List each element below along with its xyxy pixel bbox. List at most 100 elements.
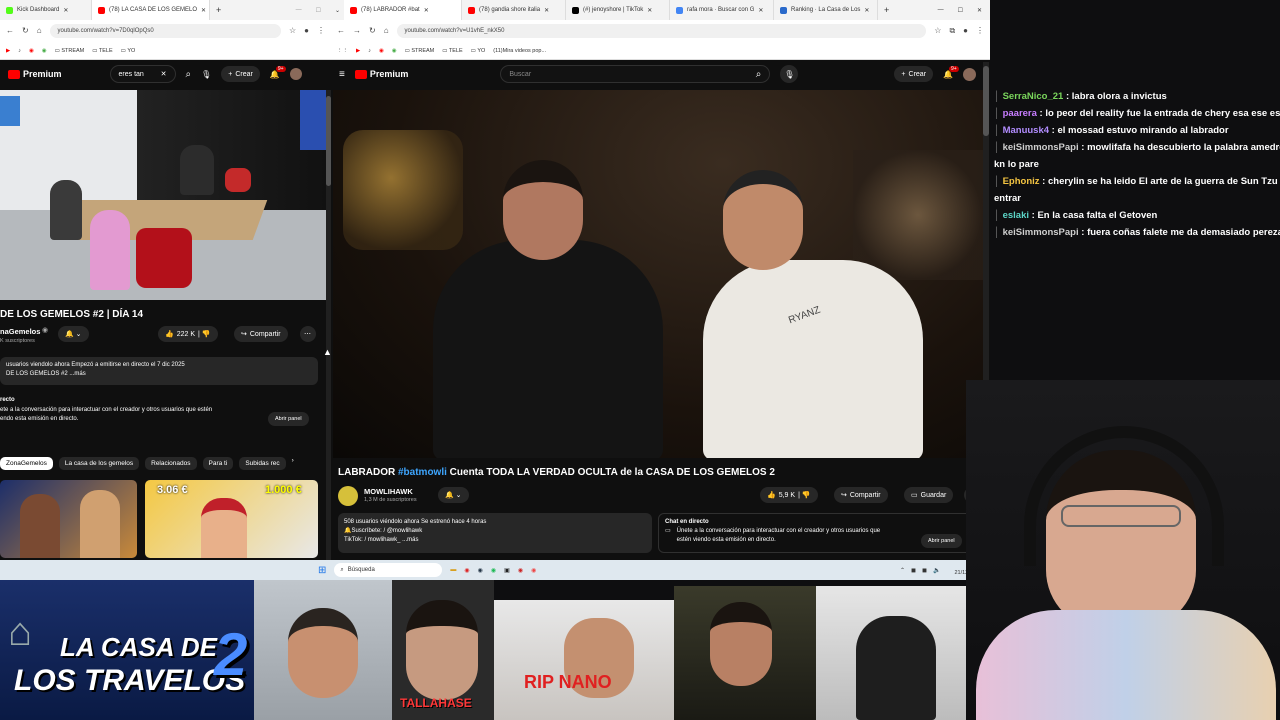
bookmark-icon[interactable]: ◉ [42,48,47,54]
taskbar-search[interactable]: ⌕ Búsqueda [334,563,443,577]
steam-icon[interactable]: ◉ [478,567,483,574]
menu-dots-icon[interactable]: ⋮ [976,27,984,35]
youtube-premium-logo[interactable]: Premium [8,69,62,79]
tray-icons[interactable]: ⌃◼◼🔈 [900,567,946,574]
bookmark-folder-yo[interactable]: ▭ YO [121,48,136,54]
bookmark-folder-tele[interactable]: ▭ TELE [442,48,462,54]
close-icon[interactable]: ✕ [647,7,652,14]
clear-icon[interactable]: ✕ [161,70,167,78]
channel-name[interactable]: MOWLIHAWK [364,487,413,496]
chip-para-ti[interactable]: Para ti [202,457,234,470]
back-icon[interactable]: ← [337,27,345,35]
chat-username[interactable]: paarera [1003,108,1037,119]
bell-icon[interactable]: 🔔 9+ [270,65,286,79]
chip-la-casa[interactable]: La casa de los gemelos [58,457,140,470]
search-icon[interactable]: ⌕ [186,69,192,80]
bookmark-icon[interactable]: ♪ [18,48,21,54]
search-icon[interactable]: ⌕ [756,69,762,80]
search-input[interactable]: Buscar ⌕ [500,65,771,83]
home-icon[interactable]: ⌂ [37,27,42,35]
bookmark-folder-yo[interactable]: ▭ YO [471,48,486,54]
title-hashtag[interactable]: #batmowli [398,467,447,478]
minimize-icon[interactable]: — [938,7,944,13]
mic-icon[interactable]: 🎙 [780,65,799,83]
like-button[interactable]: 👍 222 K | 👎 [158,326,218,342]
create-button[interactable]: + Crear [894,66,934,82]
left-video-player[interactable] [0,90,326,300]
bell-subscription-button[interactable]: 🔔 ⌄ [58,326,89,342]
chip-relacionados[interactable]: Relacionados [145,457,197,470]
mic-icon[interactable]: 🎙 [201,70,211,79]
chat-username[interactable]: keiSimmonsPapi [1003,227,1079,238]
bookmark-icon[interactable]: ◉ [392,48,397,54]
scrollbar-thumb[interactable] [983,66,989,136]
close-icon[interactable]: ✕ [63,7,68,14]
menu-dots-icon[interactable]: ⋮ [317,27,325,35]
more-button[interactable]: ⋯ [300,326,316,342]
spotify-icon[interactable]: ◉ [491,567,496,574]
chip-subidas[interactable]: Subidas rec [239,457,286,470]
close-icon[interactable]: ✕ [864,7,869,14]
recommended-thumbnail[interactable]: 3.06 € 1.000 € [145,480,318,558]
bookmark-icon[interactable]: ▶ [356,48,360,54]
tab-search-icon[interactable]: ⌄ [335,7,340,14]
create-button[interactable]: + Crear [221,66,260,82]
open-panel-button[interactable]: Abrir panel [921,534,962,548]
profile-icon[interactable]: ● [963,27,968,35]
forward-icon[interactable]: → [353,27,361,35]
chat-username[interactable]: Manuusk4 [1003,125,1049,136]
chip-zonagemelos[interactable]: ZonaGemelos [0,457,53,470]
maximize-icon[interactable]: ☐ [316,7,321,14]
home-icon[interactable]: ⌂ [384,27,389,35]
chat-username[interactable]: eslaki [1003,210,1029,221]
maximize-icon[interactable]: ☐ [958,7,963,14]
tab-kick-dashboard[interactable]: Kick Dashboard ✕ [0,0,92,20]
hamburger-menu-icon[interactable]: ≡ [339,69,345,80]
bookmark-icon[interactable]: ◉ [379,48,384,54]
back-icon[interactable]: ← [6,27,14,35]
open-panel-button[interactable]: Abrir panel [268,412,309,426]
close-icon[interactable]: ✕ [758,7,763,14]
url-field[interactable]: youtube.com/watch?v=U1vhE_nkX50 [396,24,927,38]
share-button[interactable]: ↪ Compartir [834,487,888,503]
description-box[interactable]: usuarios viendolo ahora Empezó a emitirs… [0,357,318,385]
tab-youtube-gemelos[interactable]: (78) LA CASA DE LOS GEMELO ✕ [92,0,210,20]
app-icon[interactable]: ▣ [504,567,510,574]
tab-google-search[interactable]: rafa mora · Buscar con G ✕ [670,0,775,20]
tab-tiktok[interactable]: (#) jenoyshore | TikTok ✕ [566,0,671,20]
apps-icon[interactable]: ⋮⋮ [337,48,348,54]
chrome-icon[interactable]: ◉ [531,567,536,574]
bookmark-icon[interactable]: ◉ [29,48,34,54]
bookmark-folder-stream[interactable]: ▭ STREAM [405,48,435,54]
channel-avatar[interactable] [338,486,358,506]
new-tab-icon[interactable]: + [216,5,221,15]
close-icon[interactable]: ✕ [201,7,206,14]
tab-gandia-shore[interactable]: (78) gandia shore italia ✕ [462,0,567,20]
close-icon[interactable]: ✕ [544,7,549,14]
url-field[interactable]: youtube.com/watch?v=7D0qlOpQs0 [49,24,281,38]
recommended-thumbnail[interactable] [0,480,137,558]
save-button[interactable]: ▭ Guardar [904,487,954,503]
tab-ranking[interactable]: Ranking · La Casa de Los ✕ [774,0,879,20]
avatar[interactable] [963,67,976,81]
youtube-premium-logo[interactable]: Premium [354,69,408,79]
bookmark-icon[interactable]: ♪ [368,48,371,54]
bookmark-folder-tele[interactable]: ▭ TELE [92,48,112,54]
bell-icon[interactable]: 🔔 9+ [943,65,959,79]
extensions-icon[interactable]: ⧉ [949,27,955,35]
channel-name[interactable]: naGemelos [0,327,40,336]
file-explorer-icon[interactable]: ▬ [450,567,456,573]
windows-start-icon[interactable]: ⊞ [318,565,326,576]
chat-username[interactable]: Ephoniz [1003,176,1040,187]
reload-icon[interactable]: ↻ [369,27,376,35]
app-icon[interactable]: ◉ [464,567,469,574]
description-box[interactable]: 508 usuarios viéndolo ahora Se estrenó h… [338,513,652,553]
avatar[interactable] [289,68,302,80]
app-icon[interactable]: ◉ [518,567,523,574]
chevron-right-icon[interactable]: › [292,457,294,470]
bookmark-mira-videos[interactable]: (11)Mira videos pop... [493,48,546,54]
reload-icon[interactable]: ↻ [22,27,29,35]
bookmark-folder-stream[interactable]: ▭ STREAM [55,48,85,54]
search-input[interactable]: eres tan ✕ [109,65,176,83]
close-icon[interactable]: ✕ [424,7,429,14]
